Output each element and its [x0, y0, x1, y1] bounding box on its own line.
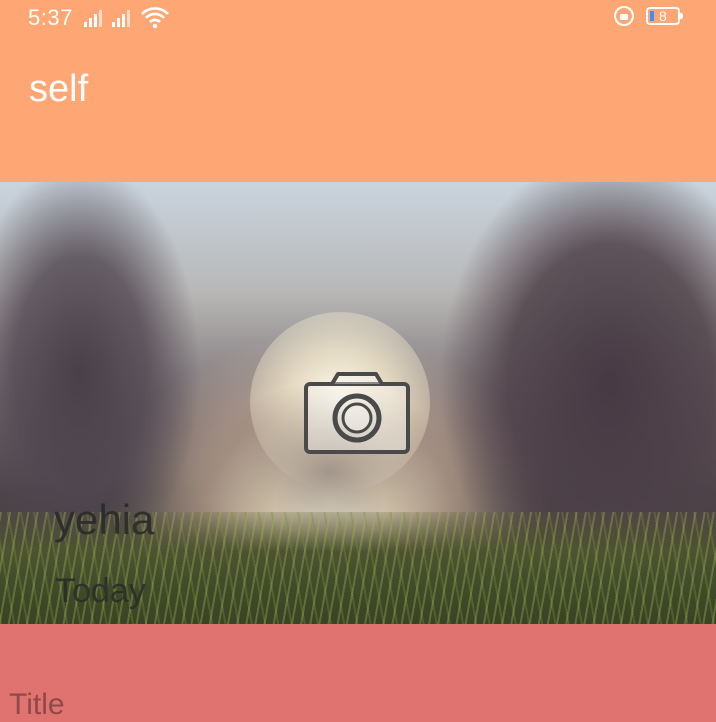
app-bar: 5:37 8 self [0, 0, 716, 182]
signal-icon [84, 9, 106, 27]
form-section: Title [0, 624, 716, 721]
wifi-icon [141, 7, 169, 29]
status-time: 5:37 [28, 5, 73, 30]
battery-icon: 8 [646, 7, 683, 25]
signal-icon [112, 9, 134, 27]
status-bar: 5:37 8 [0, 0, 716, 36]
entry-name: yehia [54, 496, 155, 543]
camera-icon[interactable] [302, 370, 412, 456]
battery-level: 8 [659, 8, 667, 24]
rotation-lock-icon [614, 6, 634, 26]
entry-date: Today [55, 572, 146, 610]
cover-image[interactable] [0, 182, 716, 624]
app-title: self [29, 68, 89, 110]
